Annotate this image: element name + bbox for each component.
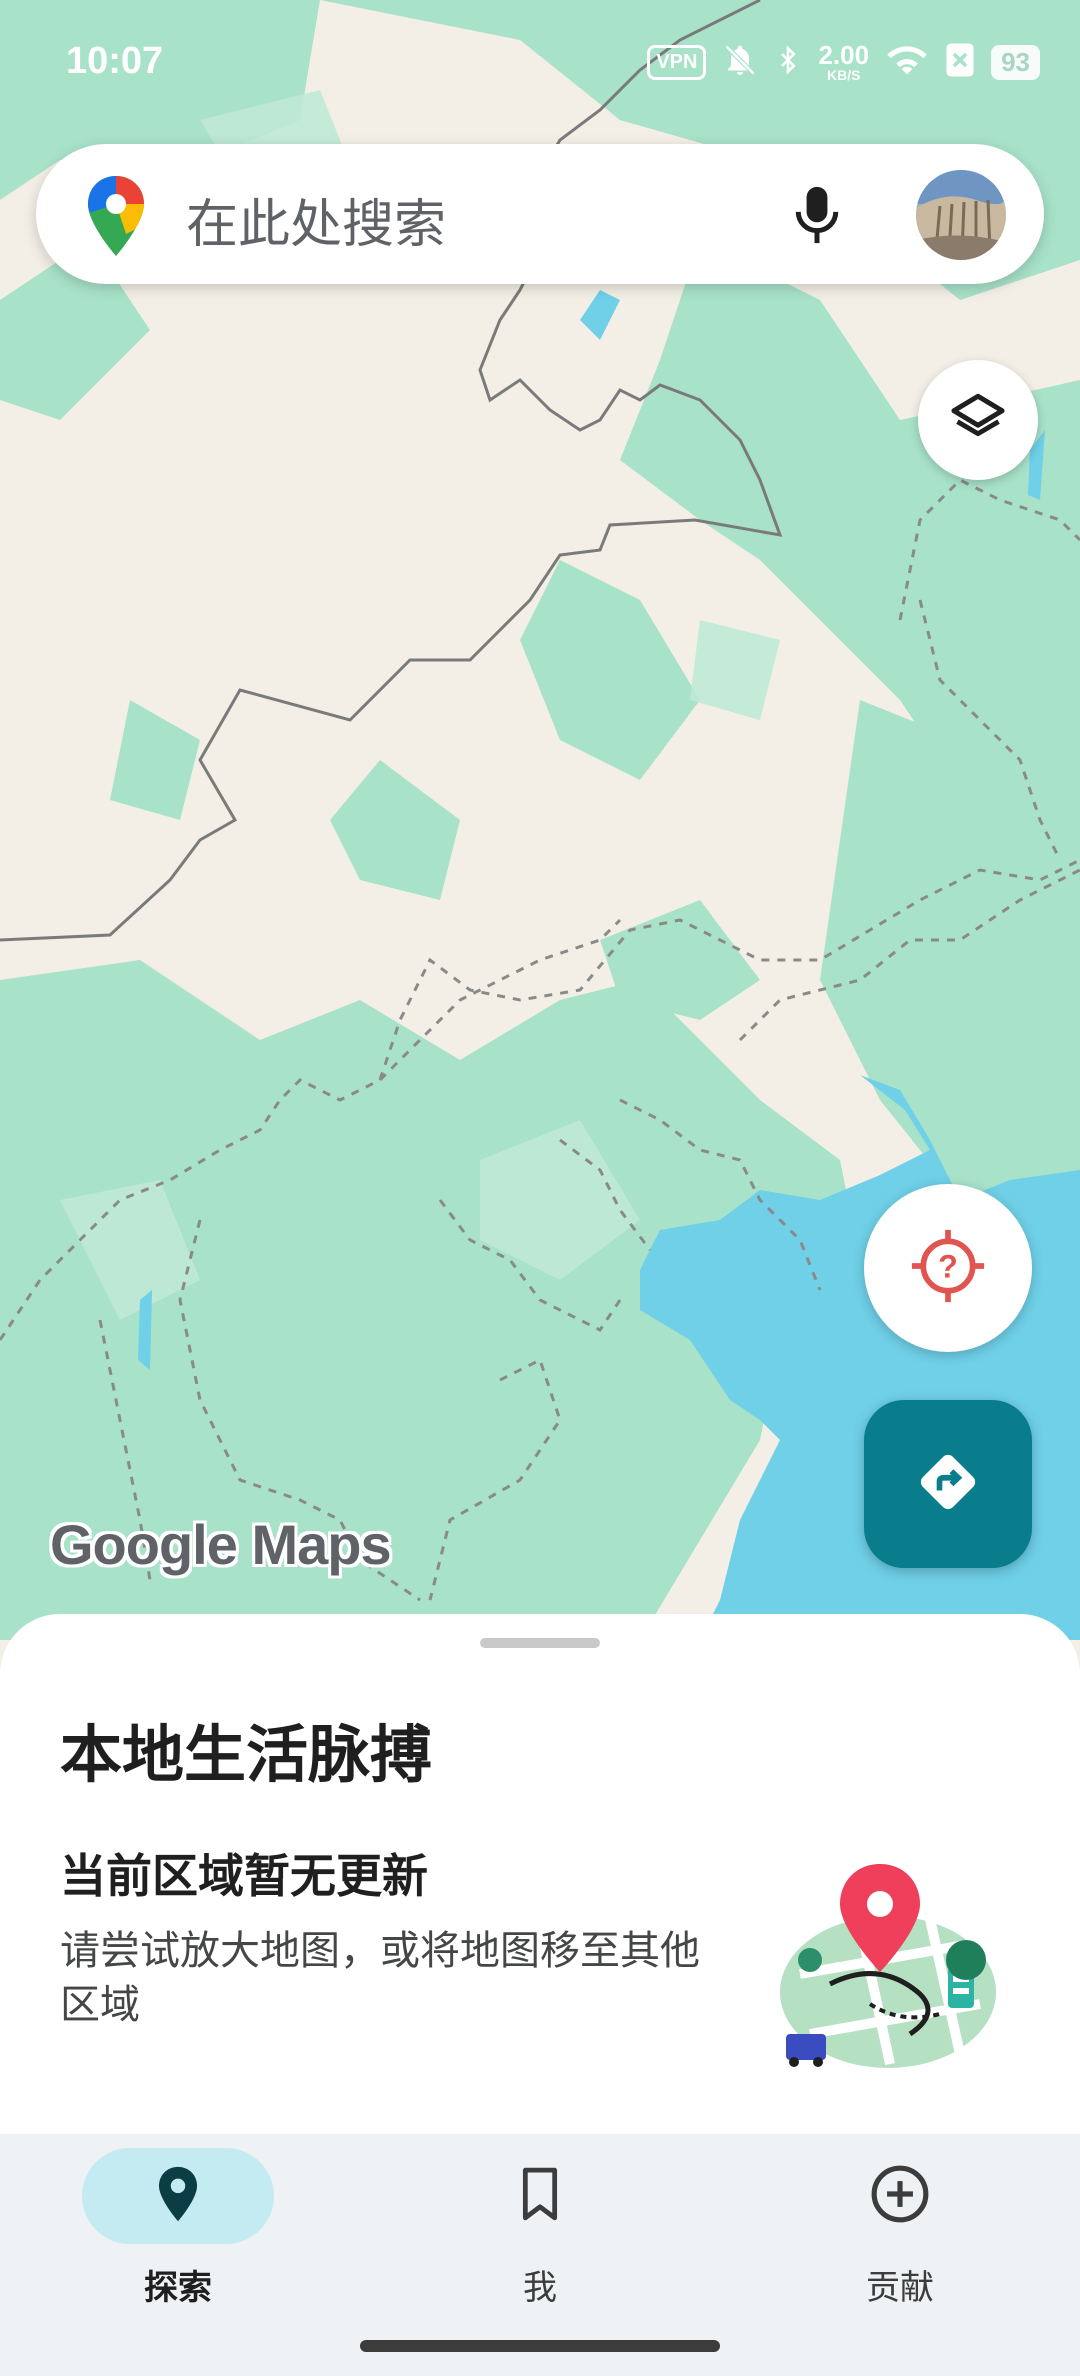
microphone-icon[interactable] [792, 184, 842, 252]
avatar[interactable] [916, 170, 1006, 260]
nav-contribute-icon-wrap [804, 2148, 996, 2244]
nav-explore-label: 探索 [144, 2268, 212, 2308]
svg-text:?: ? [938, 1248, 958, 1284]
sheet-subtitle: 当前区域暂无更新 [60, 1849, 428, 1903]
nav-explore-indicator [82, 2148, 274, 2244]
nav-contribute-label: 贡献 [866, 2268, 934, 2308]
search-bar[interactable]: 在此处搜索 [36, 144, 1044, 284]
wifi-icon [885, 42, 929, 82]
bell-muted-icon [722, 42, 758, 82]
drag-handle[interactable] [480, 1638, 600, 1648]
nav-me-icon-wrap [444, 2148, 636, 2244]
vpn-icon: VPN [647, 44, 707, 80]
home-indicator[interactable] [360, 2340, 720, 2352]
bluetooth-icon [774, 42, 802, 82]
location-unknown-icon: ? [910, 1228, 986, 1308]
directions-icon [914, 1448, 982, 1520]
status-bar: 10:07 VPN 2.00 KB/S 93 [0, 0, 1080, 120]
layers-button[interactable] [918, 360, 1038, 480]
sheet-description: 请尝试放大地图，或将地图移至其他区域 [60, 1928, 700, 2028]
nav-explore[interactable]: 探索 [48, 2148, 308, 2338]
bottom-sheet[interactable]: 本地生活脉搏 当前区域暂无更新 请尝试放大地图，或将地图移至其他区域 [0, 1614, 1080, 2134]
google-maps-logo-icon [86, 174, 146, 262]
add-circle-icon [869, 2163, 931, 2229]
nav-contribute[interactable]: 贡献 [770, 2148, 1030, 2338]
bookmark-icon [518, 2165, 562, 2227]
explore-pin-icon [156, 2165, 200, 2227]
sheet-title: 本地生活脉搏 [60, 1718, 433, 1791]
status-icons: VPN 2.00 KB/S 93 [647, 40, 1040, 84]
map-illustration-icon [770, 1864, 1010, 2098]
status-time: 10:07 [66, 40, 164, 82]
directions-button[interactable] [864, 1400, 1032, 1568]
battery-indicator: 93 [991, 44, 1040, 80]
google-maps-wordmark: Google Maps [50, 1513, 392, 1576]
search-input[interactable]: 在此处搜索 [186, 182, 446, 257]
layers-icon [949, 389, 1007, 451]
sim-off-icon [945, 42, 975, 82]
nav-me-label: 我 [523, 2268, 557, 2308]
nav-me[interactable]: 我 [410, 2148, 670, 2338]
net-speed: 2.00 KB/S [818, 40, 870, 83]
my-location-button[interactable]: ? [864, 1184, 1032, 1352]
